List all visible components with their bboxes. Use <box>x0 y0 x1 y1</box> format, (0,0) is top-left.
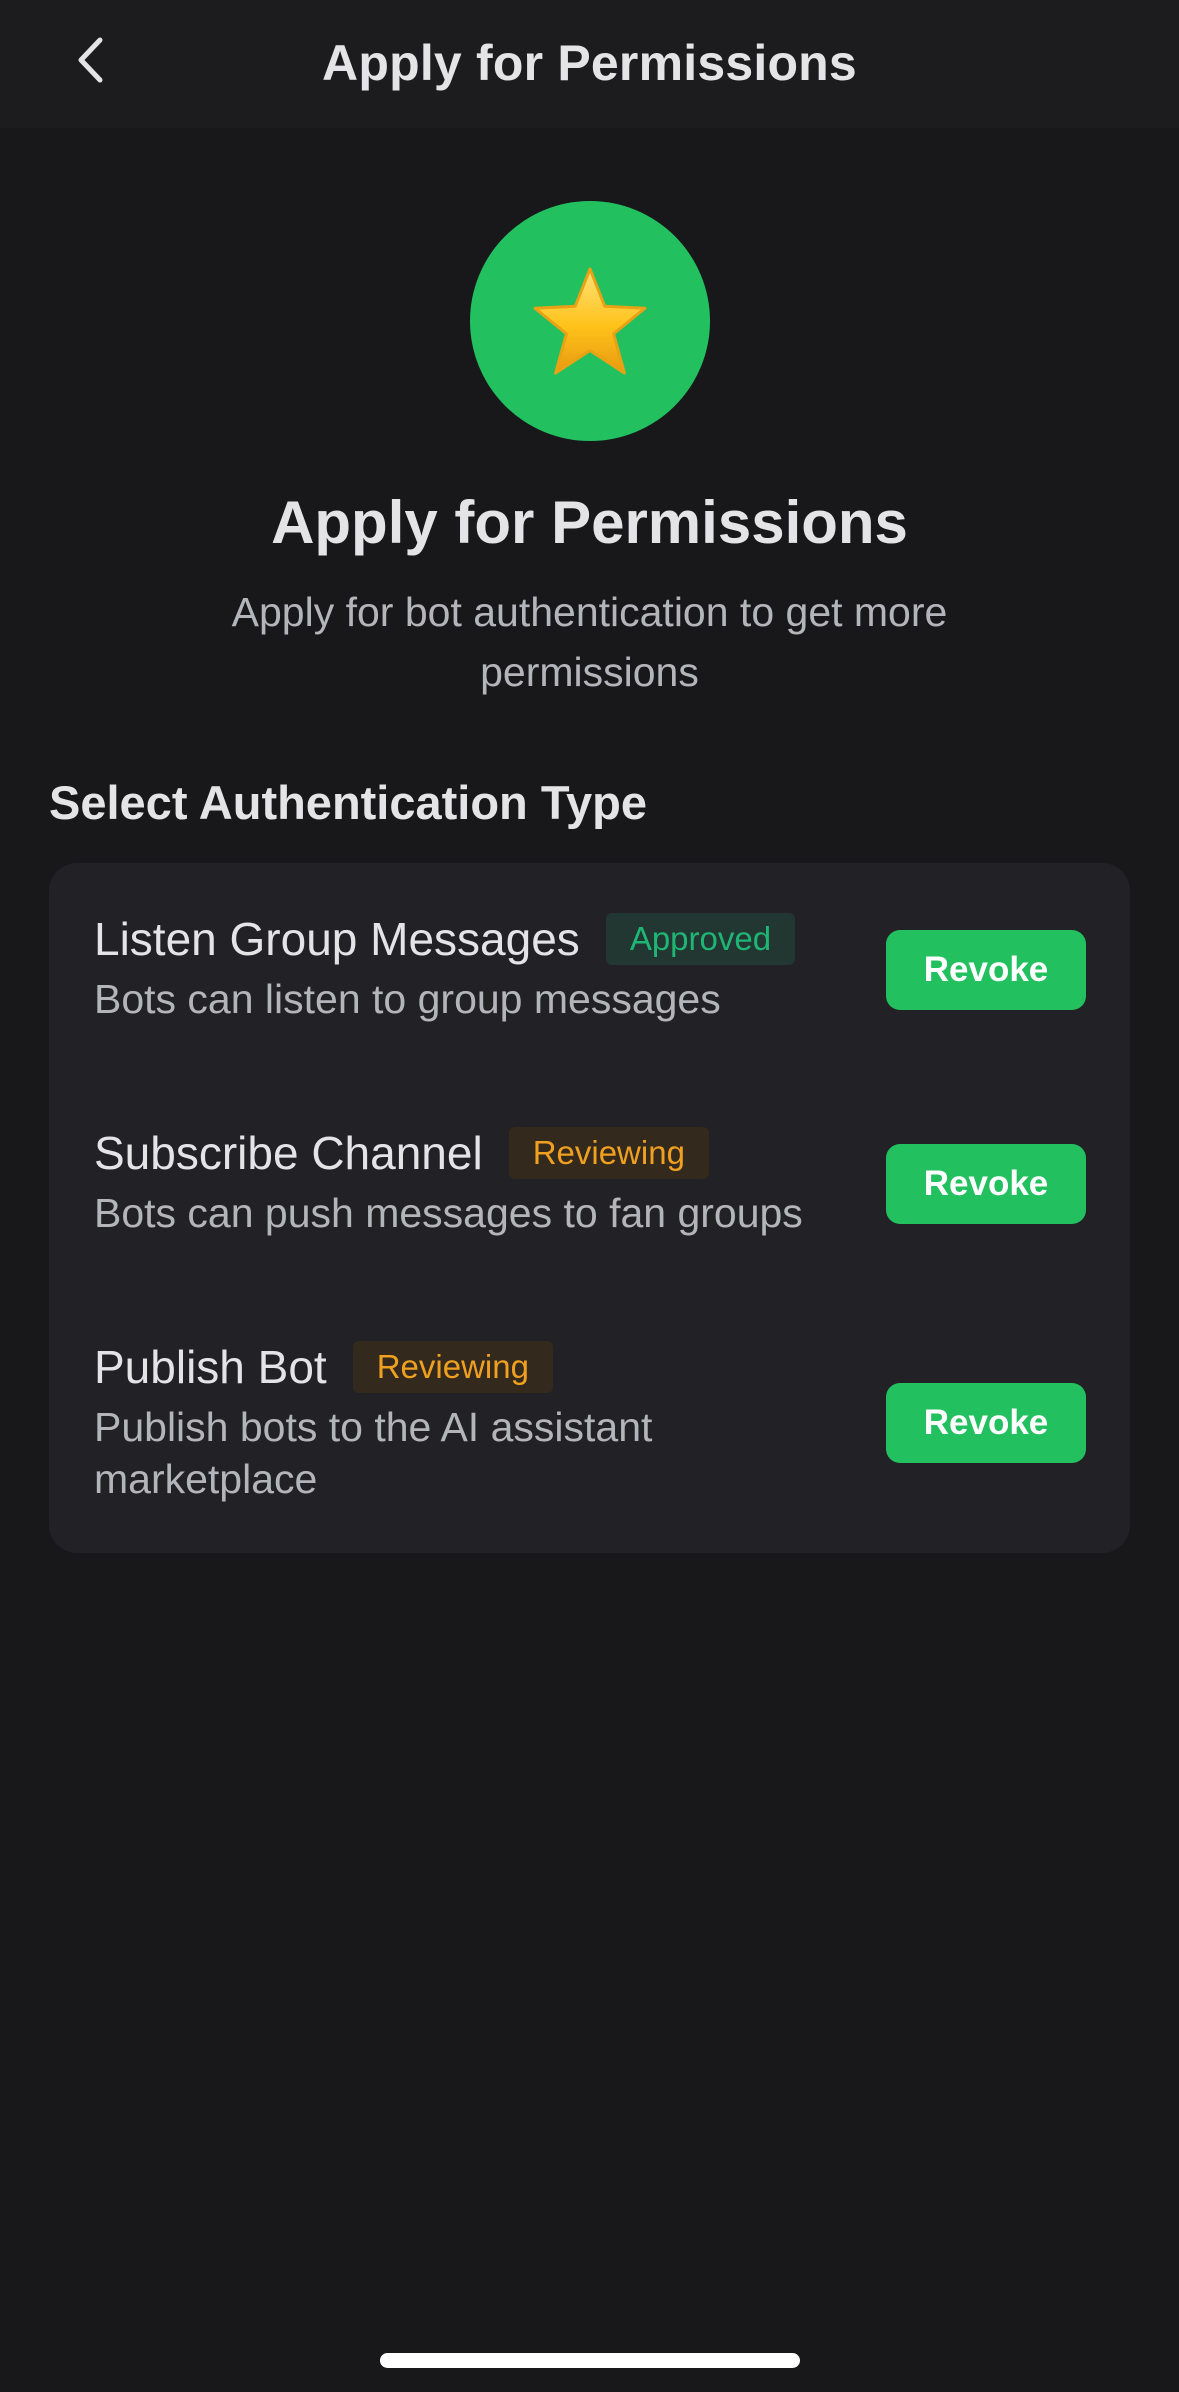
permission-title-line: Listen Group Messages Approved <box>94 909 796 969</box>
star-icon <box>533 267 647 375</box>
page-title: Apply for Permissions <box>322 35 857 91</box>
section-title: Select Authentication Type <box>49 776 648 829</box>
status-badge-reviewing: Reviewing <box>508 1127 709 1179</box>
permission-title: Publish Bot <box>94 1341 327 1393</box>
permission-description: Publish bots to the AI assistant marketp… <box>94 1404 653 1502</box>
revoke-button[interactable]: Revoke <box>886 1144 1086 1224</box>
permission-title-line: Subscribe Channel Reviewing <box>94 1123 709 1183</box>
permission-title: Listen Group Messages <box>94 913 580 965</box>
status-badge-approved: Approved <box>605 913 796 965</box>
permission-description: Bots can listen to group messages <box>94 976 721 1022</box>
home-indicator <box>380 2353 800 2368</box>
permission-title-line: Publish Bot Reviewing <box>94 1337 553 1397</box>
navigation-bar: Apply for Permissions <box>0 0 1179 128</box>
permissions-card: Listen Group Messages Approved Bots can … <box>49 863 1130 1553</box>
hero-title: Apply for Permissions <box>271 489 908 556</box>
hero-icon-circle <box>470 201 710 441</box>
permission-description: Bots can push messages to fan groups <box>94 1190 803 1236</box>
status-badge-reviewing: Reviewing <box>352 1341 553 1393</box>
hero-subtitle: Apply for bot authentication to get more… <box>231 589 948 695</box>
revoke-button[interactable]: Revoke <box>886 930 1086 1010</box>
permission-title: Subscribe Channel <box>94 1127 483 1179</box>
revoke-button[interactable]: Revoke <box>886 1383 1086 1463</box>
